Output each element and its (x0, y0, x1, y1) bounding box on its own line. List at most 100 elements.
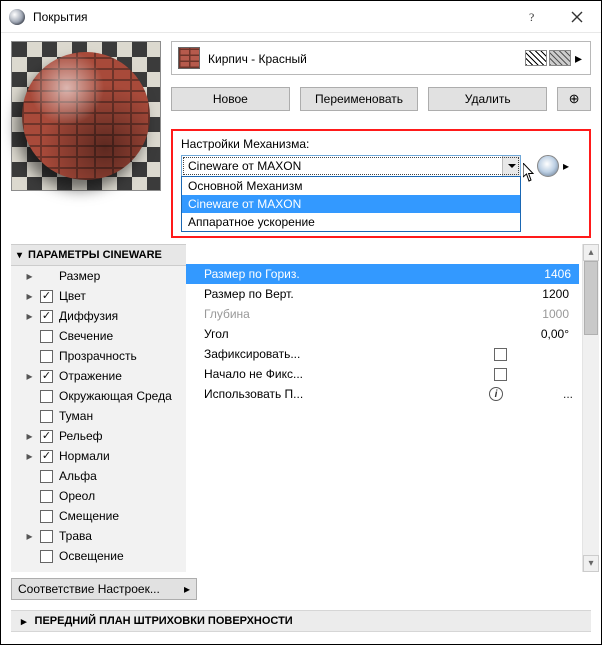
tree-toggle-icon[interactable]: ▸ (25, 370, 34, 382)
checkbox[interactable] (40, 470, 53, 483)
hatch-icon-b[interactable] (549, 50, 571, 66)
lock-checkbox[interactable] (494, 348, 507, 361)
new-button[interactable]: Новое (171, 87, 290, 111)
material-name[interactable]: Кирпич - Красный (208, 51, 517, 66)
match-settings-button[interactable]: Соответствие Настроек... ▸ (11, 578, 197, 600)
engine-selected-text: Cineware от MAXON (188, 159, 502, 173)
top-row: Кирпич - Красный ▸ Новое Переименовать У… (11, 41, 591, 238)
param-row-alpha[interactable]: Альфа (11, 466, 186, 486)
cursor-icon (523, 163, 537, 186)
depth-value: 1000 (487, 305, 577, 323)
info-icon[interactable]: i (489, 387, 503, 401)
scroll-down-icon[interactable]: ▾ (583, 555, 599, 572)
checkbox[interactable] (40, 550, 53, 563)
tree-toggle-icon[interactable]: ▸ (25, 290, 34, 302)
engine-dropdown-list: Основной Механизм Cineware от MAXON Аппа… (181, 176, 521, 232)
checkbox[interactable] (40, 330, 53, 343)
delete-button[interactable]: Удалить (428, 87, 547, 111)
checkbox[interactable] (40, 370, 53, 383)
tree-toggle-icon[interactable]: ▸ (25, 450, 34, 462)
close-button[interactable] (555, 2, 599, 32)
checkbox[interactable] (40, 530, 53, 543)
engine-settings-block: Настройки Механизма: Cineware от MAXON (171, 129, 591, 238)
tree-toggle-icon[interactable]: ▸ (25, 310, 34, 322)
combobox-dropdown-button[interactable] (502, 156, 520, 176)
hatch-icons: ▸ (525, 50, 584, 66)
tree-toggle-icon[interactable]: ▸ (25, 270, 34, 282)
sidebar: ▾ ПАРАМЕТРЫ CINEWARE ▸ Размер ▸ Цвет ▸ (11, 244, 186, 572)
origin-checkbox[interactable] (494, 368, 507, 381)
checkbox[interactable] (40, 410, 53, 423)
prop-row-size-h[interactable]: Размер по Гориз. 1406 (186, 264, 591, 284)
param-row-glow[interactable]: Ореол (11, 486, 186, 506)
checkbox[interactable] (40, 430, 53, 443)
more-button[interactable]: ... (559, 387, 577, 401)
match-settings-row: Соответствие Настроек... ▸ (11, 578, 591, 600)
engine-combobox[interactable]: Cineware от MAXON ▸ (181, 155, 521, 232)
prop-row-use[interactable]: Использовать П... i ... (186, 384, 591, 404)
param-row-reflection[interactable]: ▸ Отражение (11, 366, 186, 386)
vertical-scrollbar[interactable]: ▴ ▾ (582, 244, 599, 572)
surfaces-dialog: Покрытия ? Кирпич - Красный ▸ (0, 0, 602, 645)
material-swatch[interactable] (178, 47, 200, 69)
action-buttons: Новое Переименовать Удалить ⊕ (171, 87, 591, 111)
web-button[interactable]: ⊕ (557, 87, 591, 111)
prop-row-lock[interactable]: Зафиксировать... (186, 344, 591, 364)
checkbox[interactable] (40, 310, 53, 323)
checkbox[interactable] (40, 450, 53, 463)
engine-option-2[interactable]: Аппаратное ускорение (182, 213, 520, 231)
angle-value[interactable]: 0,00° (487, 325, 577, 343)
foreground-hatch-header[interactable]: ▸ ПЕРЕДНИЙ ПЛАН ШТРИХОВКИ ПОВЕРХНОСТИ (11, 610, 591, 632)
size-h-value[interactable]: 1406 (491, 267, 579, 281)
param-row-luminance[interactable]: Свечение (11, 326, 186, 346)
param-row-grass[interactable]: ▸ Трава (11, 526, 186, 546)
properties-panel: Размер по Гориз. 1406 Размер по Верт. 12… (186, 244, 591, 572)
tree-toggle-icon[interactable]: ▸ (25, 430, 34, 442)
engine-settings-label: Настройки Механизма: (181, 137, 581, 151)
help-button[interactable]: ? (511, 2, 555, 32)
foreground-hatch-section: ▸ ПЕРЕДНИЙ ПЛАН ШТРИХОВКИ ПОВЕРХНОСТИ (11, 610, 591, 632)
collapse-icon: ▾ (17, 250, 22, 261)
engine-option-1[interactable]: Cineware от MAXON (182, 195, 520, 213)
material-preview[interactable] (11, 41, 161, 191)
svg-text:?: ? (529, 11, 534, 23)
param-row-size[interactable]: ▸ Размер (11, 266, 186, 286)
engine-ext-icons: ▸ (537, 155, 569, 177)
scroll-up-icon[interactable]: ▴ (583, 244, 599, 261)
engine-option-0[interactable]: Основной Механизм (182, 177, 520, 195)
tree-toggle-icon[interactable]: ▸ (25, 530, 34, 542)
lower-area: ▾ ПАРАМЕТРЫ CINEWARE ▸ Размер ▸ Цвет ▸ (11, 244, 591, 572)
engine-combobox-field[interactable]: Cineware от MAXON (181, 155, 521, 177)
cineware-params-header[interactable]: ▾ ПАРАМЕТРЫ CINEWARE (11, 244, 186, 266)
checkbox[interactable] (40, 510, 53, 523)
param-row-diffuse[interactable]: ▸ Диффузия (11, 306, 186, 326)
window-title: Покрытия (33, 10, 511, 24)
dropdown-indicator-icon[interactable]: ▸ (563, 159, 569, 173)
hatch-icon-a[interactable] (525, 50, 547, 66)
prop-row-origin[interactable]: Начало не Фикс... (186, 364, 591, 384)
rename-button[interactable]: Переименовать (300, 87, 419, 111)
prop-row-angle[interactable]: Угол 0,00° (186, 324, 591, 344)
param-row-fog[interactable]: Туман (11, 406, 186, 426)
cineware-icon[interactable] (537, 155, 559, 177)
param-row-normal[interactable]: ▸ Нормали (11, 446, 186, 466)
chevron-right-icon[interactable]: ▸ (573, 51, 584, 65)
material-name-row: Кирпич - Красный ▸ (171, 41, 591, 75)
checkbox[interactable] (40, 290, 53, 303)
size-v-value[interactable]: 1200 (487, 285, 577, 303)
param-row-illumination[interactable]: Освещение (11, 546, 186, 566)
cineware-params-title: ПАРАМЕТРЫ CINEWARE (28, 249, 162, 261)
titlebar: Покрытия ? (1, 1, 601, 33)
scroll-thumb[interactable] (584, 261, 598, 335)
prop-row-size-v[interactable]: Размер по Верт. 1200 (186, 284, 591, 304)
param-row-transparency[interactable]: Прозрачность (11, 346, 186, 366)
param-row-displacement[interactable]: Смещение (11, 506, 186, 526)
checkbox[interactable] (40, 350, 53, 363)
param-row-environment[interactable]: Окружающая Среда (11, 386, 186, 406)
param-row-color[interactable]: ▸ Цвет (11, 286, 186, 306)
checkbox[interactable] (40, 490, 53, 503)
param-row-bump[interactable]: ▸ Рельеф (11, 426, 186, 446)
app-icon (9, 9, 25, 25)
dialog-content: Кирпич - Красный ▸ Новое Переименовать У… (1, 33, 601, 644)
checkbox[interactable] (40, 390, 53, 403)
